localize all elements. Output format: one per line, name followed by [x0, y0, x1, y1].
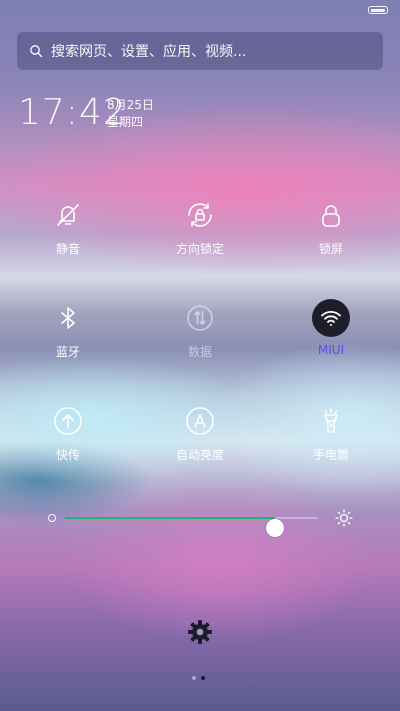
rotation-lock-icon [188, 203, 212, 227]
toggle-bluetooth[interactable]: 蓝牙 [13, 299, 123, 360]
toggle-mobile-data-label: 数据 [187, 345, 212, 359]
toggle-rotation-lock[interactable]: 方向锁定 [145, 196, 255, 257]
brightness-fill [65, 517, 275, 519]
flashlight-icon [324, 408, 338, 433]
toggle-quick-transfer[interactable]: 快传 [13, 402, 123, 463]
toggle-rotation-lock-label: 方向锁定 [175, 242, 224, 256]
toggle-mute-label: 静音 [55, 242, 80, 256]
gear-icon[interactable] [187, 619, 213, 645]
mobile-data-icon [187, 305, 213, 331]
brightness-thumb[interactable] [265, 519, 284, 537]
toggle-quick-transfer-label: 快传 [55, 448, 80, 462]
date-block: 8月25日 星期四 [107, 97, 154, 131]
toggle-auto-brightness-label: 自动亮度 [175, 448, 224, 462]
page-dot [192, 676, 196, 680]
search-bar[interactable]: 搜索网页、设置、应用、视频... [17, 32, 383, 70]
toggle-flashlight[interactable]: 手电筒 [276, 402, 386, 463]
toggle-bluetooth-label: 蓝牙 [55, 345, 80, 359]
page-indicator [192, 676, 205, 680]
toggle-flashlight-label: 手电筒 [312, 448, 349, 462]
battery-icon [368, 6, 388, 14]
quick-transfer-icon [54, 407, 82, 435]
brightness-high-icon [335, 509, 353, 527]
date-text: 8月25日 [107, 98, 154, 112]
brightness-low-icon [48, 514, 56, 522]
toggle-mobile-data[interactable]: 数据 [145, 299, 255, 360]
search-icon [30, 45, 43, 58]
toggle-mute[interactable]: 静音 [13, 196, 123, 257]
brightness-track[interactable] [65, 517, 318, 537]
toggle-auto-brightness[interactable]: 自动亮度 [145, 402, 255, 463]
search-placeholder: 搜索网页、设置、应用、视频... [51, 44, 247, 60]
toggle-lock-screen[interactable]: 锁屏 [276, 196, 386, 257]
weekday-text: 星期四 [107, 115, 144, 129]
toggle-wifi[interactable]: MIUI [276, 299, 386, 357]
bluetooth-icon [61, 307, 75, 329]
brightness-slider[interactable] [48, 507, 358, 537]
toggle-lock-screen-label: 锁屏 [318, 242, 343, 256]
bell-off-icon [57, 204, 79, 226]
auto-brightness-icon [186, 407, 214, 435]
page-dot-active [201, 676, 205, 680]
lock-icon [322, 205, 340, 227]
wifi-icon [321, 311, 341, 326]
toggle-wifi-label: MIUI [317, 343, 345, 357]
